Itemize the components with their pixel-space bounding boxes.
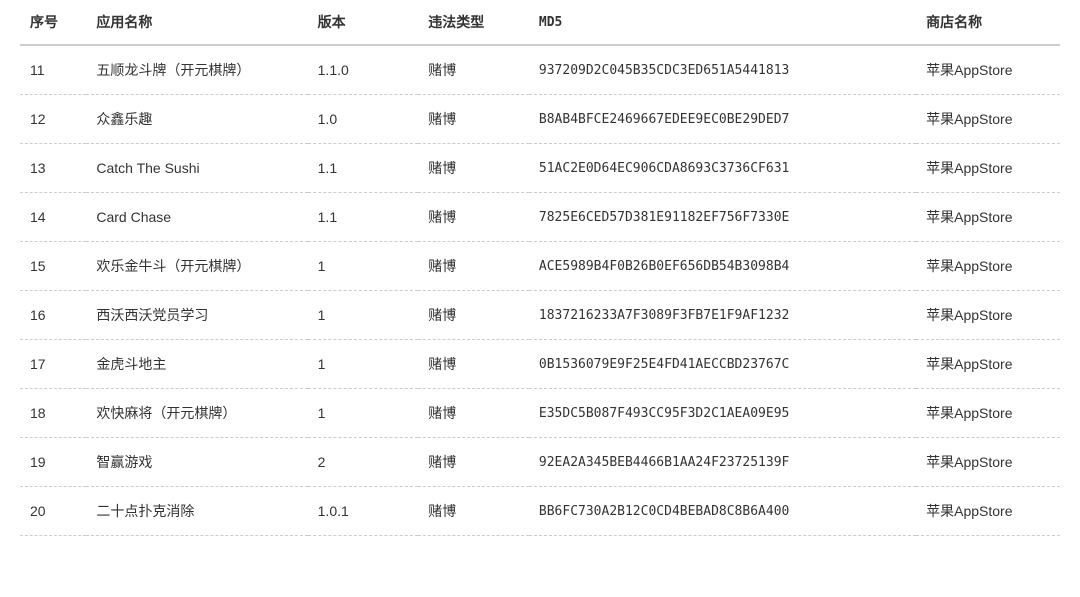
cell-store: 苹果AppStore bbox=[916, 193, 1060, 242]
cell-index: 14 bbox=[20, 193, 86, 242]
table-container: 序号 应用名称 版本 违法类型 MD5 商店名称 11五顺龙斗牌（开元棋牌）1.… bbox=[0, 0, 1080, 536]
cell-index: 15 bbox=[20, 242, 86, 291]
cell-index: 17 bbox=[20, 340, 86, 389]
cell-version: 2 bbox=[308, 438, 419, 487]
cell-index: 13 bbox=[20, 144, 86, 193]
cell-store: 苹果AppStore bbox=[916, 242, 1060, 291]
cell-md5: 51AC2E0D64EC906CDA8693C3736CF631 bbox=[529, 144, 916, 193]
cell-md5: 937209D2C045B35CDC3ED651A5441813 bbox=[529, 45, 916, 95]
cell-type: 赌博 bbox=[418, 389, 529, 438]
cell-md5: E35DC5B087F493CC95F3D2C1AEA09E95 bbox=[529, 389, 916, 438]
header-index: 序号 bbox=[20, 0, 86, 45]
header-store: 商店名称 bbox=[916, 0, 1060, 45]
data-table: 序号 应用名称 版本 违法类型 MD5 商店名称 11五顺龙斗牌（开元棋牌）1.… bbox=[20, 0, 1060, 536]
table-row: 17金虎斗地主1赌博0B1536079E9F25E4FD41AECCBD2376… bbox=[20, 340, 1060, 389]
cell-type: 赌博 bbox=[418, 144, 529, 193]
table-header-row: 序号 应用名称 版本 违法类型 MD5 商店名称 bbox=[20, 0, 1060, 45]
cell-md5: ACE5989B4F0B26B0EF656DB54B3098B4 bbox=[529, 242, 916, 291]
cell-md5: 92EA2A345BEB4466B1AA24F23725139F bbox=[529, 438, 916, 487]
cell-name: 智赢游戏 bbox=[86, 438, 307, 487]
cell-store: 苹果AppStore bbox=[916, 95, 1060, 144]
cell-index: 16 bbox=[20, 291, 86, 340]
cell-version: 1.1.0 bbox=[308, 45, 419, 95]
cell-index: 11 bbox=[20, 45, 86, 95]
cell-type: 赌博 bbox=[418, 242, 529, 291]
cell-store: 苹果AppStore bbox=[916, 340, 1060, 389]
cell-version: 1.0 bbox=[308, 95, 419, 144]
cell-version: 1 bbox=[308, 242, 419, 291]
table-row: 13Catch The Sushi1.1赌博51AC2E0D64EC906CDA… bbox=[20, 144, 1060, 193]
cell-name: Card Chase bbox=[86, 193, 307, 242]
cell-name: 金虎斗地主 bbox=[86, 340, 307, 389]
cell-type: 赌博 bbox=[418, 95, 529, 144]
table-row: 18欢快麻将（开元棋牌）1赌博E35DC5B087F493CC95F3D2C1A… bbox=[20, 389, 1060, 438]
cell-index: 20 bbox=[20, 487, 86, 536]
cell-store: 苹果AppStore bbox=[916, 389, 1060, 438]
cell-store: 苹果AppStore bbox=[916, 291, 1060, 340]
cell-version: 1.1 bbox=[308, 144, 419, 193]
cell-type: 赌博 bbox=[418, 340, 529, 389]
cell-name: 欢快麻将（开元棋牌） bbox=[86, 389, 307, 438]
table-row: 20二十点扑克消除1.0.1赌博BB6FC730A2B12C0CD4BEBAD8… bbox=[20, 487, 1060, 536]
header-version: 版本 bbox=[308, 0, 419, 45]
cell-md5: 1837216233A7F3089F3FB7E1F9AF1232 bbox=[529, 291, 916, 340]
table-row: 16西沃西沃党员学习1赌博1837216233A7F3089F3FB7E1F9A… bbox=[20, 291, 1060, 340]
table-row: 12众鑫乐趣1.0赌博B8AB4BFCE2469667EDEE9EC0BE29D… bbox=[20, 95, 1060, 144]
cell-type: 赌博 bbox=[418, 193, 529, 242]
header-type: 违法类型 bbox=[418, 0, 529, 45]
cell-md5: B8AB4BFCE2469667EDEE9EC0BE29DED7 bbox=[529, 95, 916, 144]
cell-md5: 0B1536079E9F25E4FD41AECCBD23767C bbox=[529, 340, 916, 389]
cell-md5: BB6FC730A2B12C0CD4BEBAD8C8B6A400 bbox=[529, 487, 916, 536]
cell-name: Catch The Sushi bbox=[86, 144, 307, 193]
table-row: 14Card Chase1.1赌博7825E6CED57D381E91182EF… bbox=[20, 193, 1060, 242]
cell-store: 苹果AppStore bbox=[916, 487, 1060, 536]
cell-name: 西沃西沃党员学习 bbox=[86, 291, 307, 340]
cell-md5: 7825E6CED57D381E91182EF756F7330E bbox=[529, 193, 916, 242]
cell-name: 众鑫乐趣 bbox=[86, 95, 307, 144]
cell-version: 1 bbox=[308, 389, 419, 438]
cell-version: 1 bbox=[308, 340, 419, 389]
table-row: 15欢乐金牛斗（开元棋牌）1赌博ACE5989B4F0B26B0EF656DB5… bbox=[20, 242, 1060, 291]
cell-type: 赌博 bbox=[418, 438, 529, 487]
cell-type: 赌博 bbox=[418, 487, 529, 536]
cell-index: 19 bbox=[20, 438, 86, 487]
cell-name: 欢乐金牛斗（开元棋牌） bbox=[86, 242, 307, 291]
cell-store: 苹果AppStore bbox=[916, 438, 1060, 487]
cell-version: 1.1 bbox=[308, 193, 419, 242]
table-row: 19智赢游戏2赌博92EA2A345BEB4466B1AA24F23725139… bbox=[20, 438, 1060, 487]
cell-index: 12 bbox=[20, 95, 86, 144]
header-md5: MD5 bbox=[529, 0, 916, 45]
header-name: 应用名称 bbox=[86, 0, 307, 45]
cell-type: 赌博 bbox=[418, 45, 529, 95]
cell-name: 二十点扑克消除 bbox=[86, 487, 307, 536]
cell-store: 苹果AppStore bbox=[916, 45, 1060, 95]
cell-version: 1 bbox=[308, 291, 419, 340]
table-row: 11五顺龙斗牌（开元棋牌）1.1.0赌博937209D2C045B35CDC3E… bbox=[20, 45, 1060, 95]
cell-version: 1.0.1 bbox=[308, 487, 419, 536]
cell-index: 18 bbox=[20, 389, 86, 438]
cell-type: 赌博 bbox=[418, 291, 529, 340]
cell-store: 苹果AppStore bbox=[916, 144, 1060, 193]
cell-name: 五顺龙斗牌（开元棋牌） bbox=[86, 45, 307, 95]
